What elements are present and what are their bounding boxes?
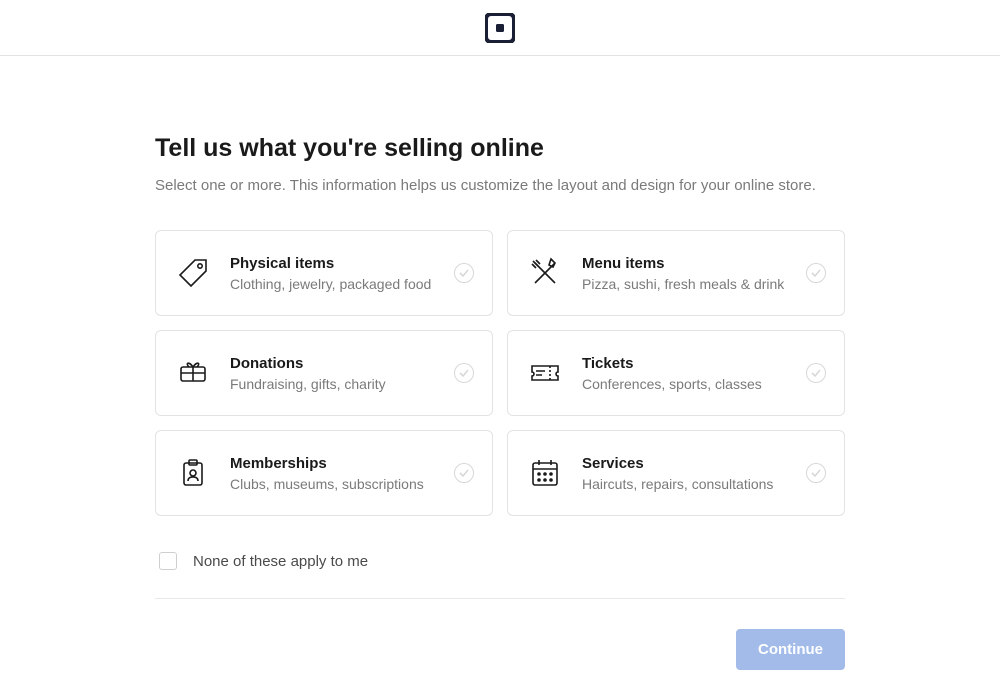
option-title: Menu items xyxy=(582,255,796,272)
option-memberships[interactable]: Memberships Clubs, museums, subscription… xyxy=(155,430,493,516)
option-text: Memberships Clubs, museums, subscription… xyxy=(230,455,444,492)
option-text: Menu items Pizza, sushi, fresh meals & d… xyxy=(582,255,796,292)
option-tickets[interactable]: Tickets Conferences, sports, classes xyxy=(507,330,845,416)
app-header xyxy=(0,0,1000,56)
main-content: Tell us what you're selling online Selec… xyxy=(155,56,845,670)
check-circle-icon xyxy=(806,263,826,283)
page-subtitle: Select one or more. This information hel… xyxy=(155,177,845,194)
page-title: Tell us what you're selling online xyxy=(155,134,845,163)
option-desc: Pizza, sushi, fresh meals & drink xyxy=(582,276,796,292)
option-title: Services xyxy=(582,455,796,472)
option-physical-items[interactable]: Physical items Clothing, jewelry, packag… xyxy=(155,230,493,316)
divider xyxy=(155,598,845,599)
option-text: Tickets Conferences, sports, classes xyxy=(582,355,796,392)
option-desc: Conferences, sports, classes xyxy=(582,376,796,392)
option-text: Services Haircuts, repairs, consultation… xyxy=(582,455,796,492)
option-desc: Clubs, museums, subscriptions xyxy=(230,476,444,492)
none-apply-row: None of these apply to me xyxy=(155,552,845,570)
check-circle-icon xyxy=(806,463,826,483)
option-title: Memberships xyxy=(230,455,444,472)
option-title: Physical items xyxy=(230,255,444,272)
check-circle-icon xyxy=(806,363,826,383)
option-desc: Fundraising, gifts, charity xyxy=(230,376,444,392)
option-title: Tickets xyxy=(582,355,796,372)
option-text: Donations Fundraising, gifts, charity xyxy=(230,355,444,392)
check-circle-icon xyxy=(454,463,474,483)
tag-icon xyxy=(174,254,212,292)
footer: Continue xyxy=(155,629,845,670)
utensils-icon xyxy=(526,254,564,292)
square-logo-icon xyxy=(485,13,515,43)
badge-icon xyxy=(174,454,212,492)
option-services[interactable]: Services Haircuts, repairs, consultation… xyxy=(507,430,845,516)
none-apply-checkbox[interactable] xyxy=(159,552,177,570)
option-desc: Clothing, jewelry, packaged food xyxy=(230,276,444,292)
option-text: Physical items Clothing, jewelry, packag… xyxy=(230,255,444,292)
option-menu-items[interactable]: Menu items Pizza, sushi, fresh meals & d… xyxy=(507,230,845,316)
option-desc: Haircuts, repairs, consultations xyxy=(582,476,796,492)
none-apply-label: None of these apply to me xyxy=(193,553,368,570)
calendar-icon xyxy=(526,454,564,492)
check-circle-icon xyxy=(454,363,474,383)
options-grid: Physical items Clothing, jewelry, packag… xyxy=(155,230,845,516)
option-donations[interactable]: Donations Fundraising, gifts, charity xyxy=(155,330,493,416)
option-title: Donations xyxy=(230,355,444,372)
check-circle-icon xyxy=(454,263,474,283)
ticket-icon xyxy=(526,354,564,392)
gift-icon xyxy=(174,354,212,392)
continue-button[interactable]: Continue xyxy=(736,629,845,670)
